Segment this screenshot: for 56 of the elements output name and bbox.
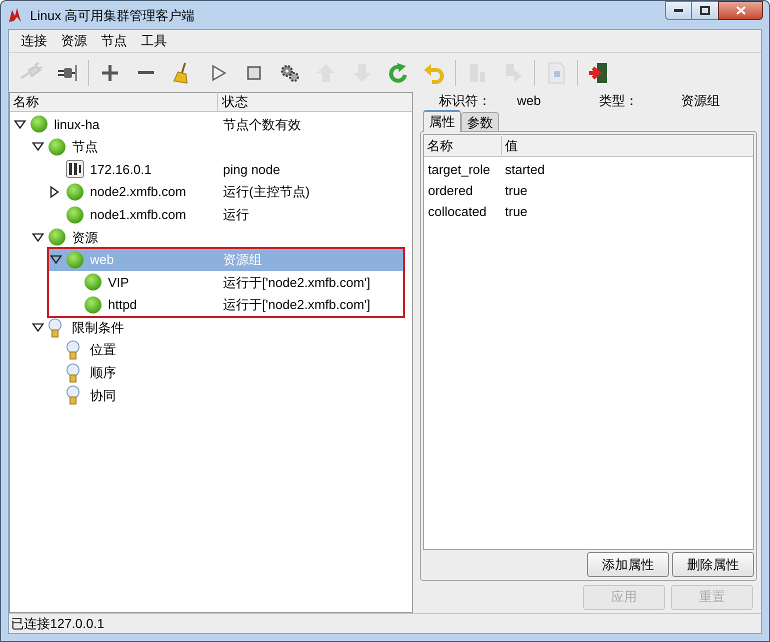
- tree-row[interactable]: 资源: [10, 226, 412, 249]
- node-status: 资源组: [222, 251, 262, 270]
- tab[interactable]: 属性: [423, 110, 461, 132]
- type-label: 类型：: [599, 92, 639, 110]
- table-cell-text: target_role: [427, 160, 492, 179]
- column-header[interactable]: 状态: [218, 92, 248, 112]
- tree-row[interactable]: node2.xmfb.com 运行(主控节点): [10, 180, 412, 204]
- node-name: 限制条件: [72, 318, 124, 337]
- node-name: web: [90, 251, 114, 270]
- table-cell-text: true: [504, 182, 528, 200]
- node-status: 节点个数有效: [222, 116, 301, 134]
- tree-row[interactable]: 172.16.0.1 ping node: [10, 158, 412, 181]
- identifier-label: 标识符：: [439, 92, 492, 110]
- action-button[interactable]: 删除属性: [672, 552, 754, 577]
- node-name: 资源: [72, 228, 98, 247]
- tree-row[interactable]: node1.xmfb.com 运行: [10, 203, 412, 226]
- node-name: VIP: [108, 274, 129, 292]
- column-header[interactable]: 名称: [424, 136, 502, 156]
- node-status: ping node: [222, 160, 280, 179]
- tree-row[interactable]: httpd 运行于['node2.xmfb.com']: [10, 294, 403, 316]
- node-name: 位置: [90, 341, 116, 360]
- column-header[interactable]: 名称: [10, 92, 218, 112]
- node-name: linux-ha: [54, 116, 100, 134]
- node-status: 运行于['node2.xmfb.com']: [222, 274, 370, 292]
- action-button[interactable]: 添加属性: [587, 552, 669, 577]
- tree-row[interactable]: 节点: [10, 136, 412, 158]
- table-cell-text: true: [504, 202, 528, 221]
- node-name: node1.xmfb.com: [90, 206, 186, 224]
- node-name: node2.xmfb.com: [90, 183, 186, 202]
- menu-item[interactable]: 节点: [95, 30, 133, 52]
- tab[interactable]: 参数: [461, 112, 499, 131]
- column-header[interactable]: 值: [502, 136, 518, 156]
- tree-row[interactable]: 位置: [10, 338, 412, 362]
- tree-row[interactable]: VIP 运行于['node2.xmfb.com']: [10, 271, 403, 294]
- table-cell-text: started: [504, 160, 545, 179]
- table-cell-text: collocated: [427, 202, 488, 221]
- node-status: 运行(主控节点): [222, 183, 310, 202]
- node-name: httpd: [108, 296, 137, 314]
- menu-item[interactable]: 工具: [135, 30, 173, 52]
- window-title: Linux 高可用集群管理客户端: [30, 7, 195, 25]
- tree-row[interactable]: 限制条件: [10, 316, 412, 339]
- node-name: 协同: [90, 386, 116, 405]
- tree-row[interactable]: 顺序: [10, 362, 412, 384]
- type-value: 资源组: [681, 92, 720, 110]
- status-text: 已连接127.0.0.1: [10, 614, 104, 633]
- node-name: 172.16.0.1: [90, 160, 152, 179]
- node-name: 顺序: [90, 364, 116, 382]
- menu-item[interactable]: 连接: [15, 30, 53, 52]
- tree-row[interactable]: 协同: [10, 384, 412, 407]
- identifier-value: web: [517, 92, 542, 110]
- node-status: 运行: [222, 206, 249, 224]
- node-status: 运行于['node2.xmfb.com']: [222, 296, 370, 314]
- menu-item[interactable]: 资源: [55, 30, 93, 52]
- table-cell-text: ordered: [427, 182, 474, 200]
- tree-row[interactable]: linux-ha 节点个数有效: [10, 113, 412, 136]
- node-name: 节点: [72, 138, 98, 156]
